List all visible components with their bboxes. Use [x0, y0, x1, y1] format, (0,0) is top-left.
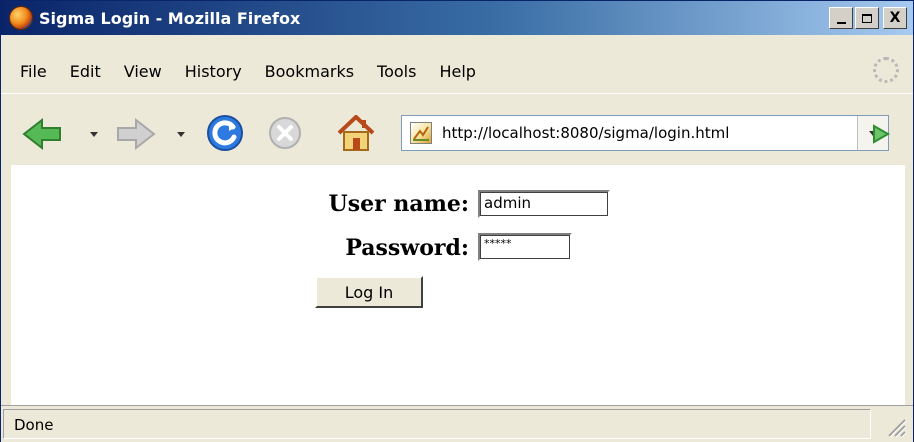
reload-icon	[207, 115, 243, 151]
status-text: Done	[3, 409, 871, 439]
back-history-dropdown-icon[interactable]	[90, 132, 98, 137]
minimize-button[interactable]	[829, 7, 853, 29]
stop-button[interactable]	[265, 113, 305, 153]
home-icon	[337, 115, 375, 151]
menu-bar: File Edit View History Bookmarks Tools H…	[1, 53, 913, 89]
maximize-button[interactable]	[855, 7, 879, 29]
forward-arrow-icon	[117, 117, 156, 151]
site-favicon-icon	[410, 122, 432, 144]
home-button[interactable]	[333, 111, 379, 155]
menu-edit[interactable]: Edit	[70, 62, 101, 81]
throbber-icon	[873, 57, 899, 83]
password-input[interactable]: *****	[478, 233, 572, 261]
go-button[interactable]	[865, 119, 895, 149]
menu-view[interactable]: View	[124, 62, 162, 81]
password-label: Password:	[345, 235, 469, 261]
minimize-icon	[836, 22, 846, 24]
go-arrow-icon	[873, 124, 891, 144]
window-controls: X	[829, 7, 907, 29]
close-button[interactable]: X	[883, 7, 907, 29]
url-text[interactable]: http://localhost:8080/sigma/login.html	[442, 124, 729, 142]
resize-grip-icon[interactable]	[883, 414, 907, 438]
status-bar: Done	[1, 405, 913, 442]
menu-file[interactable]: File	[20, 62, 47, 81]
menu-history[interactable]: History	[185, 62, 242, 81]
firefox-logo-icon	[9, 6, 33, 30]
login-button[interactable]: Log In	[315, 276, 423, 308]
back-arrow-icon	[22, 117, 61, 151]
username-label: User name:	[328, 191, 469, 217]
menu-bookmarks[interactable]: Bookmarks	[265, 62, 354, 81]
title-bar[interactable]: Sigma Login - Mozilla Firefox X	[1, 1, 913, 35]
username-input[interactable]: admin	[478, 190, 610, 218]
reload-button[interactable]	[203, 111, 247, 155]
address-bar[interactable]: http://localhost:8080/sigma/login.html	[401, 115, 889, 151]
page-content: User name: admin Password: ***** Log In	[11, 165, 905, 405]
back-button[interactable]	[21, 114, 65, 154]
menu-help[interactable]: Help	[439, 62, 475, 81]
menu-tools[interactable]: Tools	[377, 62, 416, 81]
browser-window: Sigma Login - Mozilla Firefox X File Edi…	[0, 0, 914, 442]
stop-icon	[269, 117, 301, 149]
close-icon: X	[889, 10, 901, 26]
forward-button[interactable]	[113, 114, 157, 154]
maximize-icon	[862, 13, 872, 23]
window-title: Sigma Login - Mozilla Firefox	[39, 8, 301, 28]
forward-history-dropdown-icon[interactable]	[177, 132, 185, 137]
